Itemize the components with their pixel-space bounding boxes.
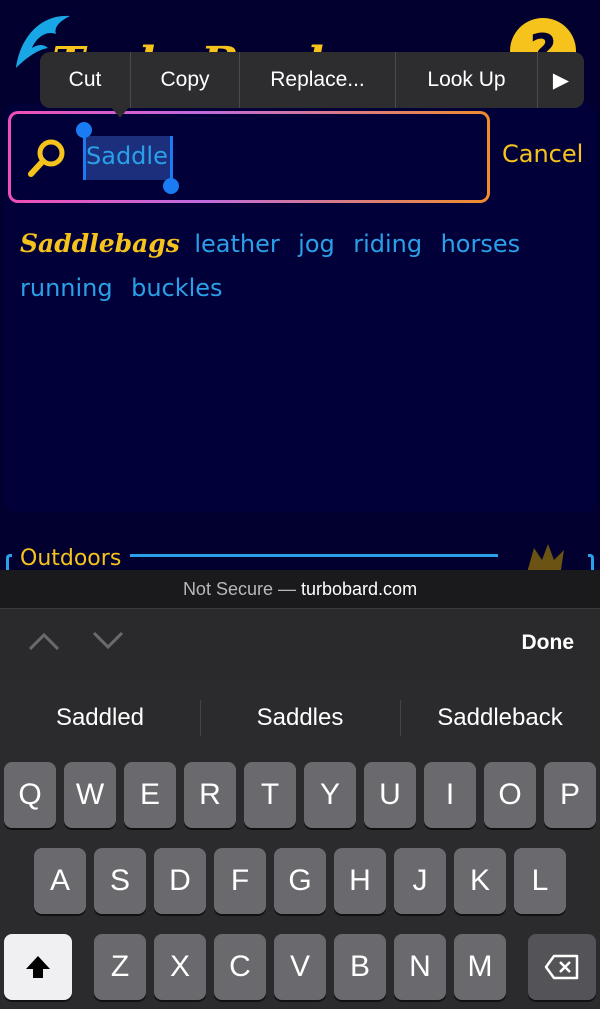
key[interactable]: Y bbox=[304, 762, 356, 828]
keyboard: Saddled Saddles Saddleback Q W E R T Y U… bbox=[0, 678, 600, 1009]
section-divider bbox=[130, 554, 498, 557]
search-box[interactable]: Saddle bbox=[8, 111, 490, 203]
suggestion-word[interactable]: horses bbox=[441, 230, 521, 258]
selection-end-dot[interactable] bbox=[163, 178, 179, 194]
key[interactable]: I bbox=[424, 762, 476, 828]
menu-item-copy[interactable]: Copy bbox=[131, 52, 240, 108]
menu-item-cut[interactable]: Cut bbox=[40, 52, 131, 108]
chevron-down-icon[interactable] bbox=[92, 629, 124, 653]
backspace-icon bbox=[544, 954, 579, 980]
suggestion-word[interactable]: jog bbox=[298, 230, 335, 258]
key[interactable]: H bbox=[334, 848, 386, 914]
domain-label: turbobard.com bbox=[301, 579, 418, 599]
key[interactable]: V bbox=[274, 934, 326, 1000]
menu-item-replace[interactable]: Replace... bbox=[240, 52, 396, 108]
key[interactable]: T bbox=[244, 762, 296, 828]
key-row-3: Z X C V B N M bbox=[4, 934, 596, 1000]
key-row-2: A S D F G H J K L bbox=[34, 848, 566, 914]
key[interactable]: E bbox=[124, 762, 176, 828]
cancel-button[interactable]: Cancel bbox=[502, 140, 583, 168]
suggestion-word[interactable]: riding bbox=[353, 230, 422, 258]
chevron-up-icon[interactable] bbox=[28, 629, 60, 653]
section-label[interactable]: Outdoors bbox=[20, 546, 121, 571]
prediction-item[interactable]: Saddled bbox=[0, 678, 200, 758]
suggestion-word[interactable]: running bbox=[20, 274, 113, 302]
shift-icon bbox=[26, 956, 50, 978]
key[interactable]: B bbox=[334, 934, 386, 1000]
shift-key[interactable] bbox=[4, 934, 72, 1000]
done-button[interactable]: Done bbox=[522, 631, 575, 655]
key[interactable]: R bbox=[184, 762, 236, 828]
url-bar[interactable]: Not Secure — turbobard.com bbox=[0, 570, 600, 608]
menu-item-look-up[interactable]: Look Up bbox=[396, 52, 538, 108]
selection-start-dot[interactable] bbox=[76, 122, 92, 138]
key[interactable]: L bbox=[514, 848, 566, 914]
search-panel: Saddle Cancel Saddlebags leather jog rid… bbox=[4, 104, 596, 512]
predictive-bar: Saddled Saddles Saddleback bbox=[0, 678, 600, 758]
key[interactable]: Z bbox=[94, 934, 146, 1000]
key[interactable]: F bbox=[214, 848, 266, 914]
menu-more-arrow-icon[interactable]: ▶ bbox=[538, 52, 584, 108]
key-row-1: Q W E R T Y U I O P bbox=[4, 762, 596, 828]
key[interactable]: K bbox=[454, 848, 506, 914]
suggestion-word[interactable]: leather bbox=[194, 230, 279, 258]
key[interactable]: S bbox=[94, 848, 146, 914]
key[interactable]: D bbox=[154, 848, 206, 914]
edit-menu: Cut Copy Replace... Look Up ▶ bbox=[40, 52, 584, 108]
page: TurboBard ? Saddle Cancel Saddlebags lea… bbox=[0, 0, 600, 576]
key[interactable]: G bbox=[274, 848, 326, 914]
keyboard-accessory-bar: Done bbox=[0, 608, 600, 678]
key[interactable]: O bbox=[484, 762, 536, 828]
key[interactable]: P bbox=[544, 762, 596, 828]
prediction-item[interactable]: Saddleback bbox=[400, 678, 600, 758]
suggestions-list: Saddlebags leather jog riding horses run… bbox=[20, 224, 580, 312]
delete-key[interactable] bbox=[528, 934, 596, 1000]
key[interactable]: Q bbox=[4, 762, 56, 828]
key[interactable]: U bbox=[364, 762, 416, 828]
key[interactable]: M bbox=[454, 934, 506, 1000]
edit-menu-pointer bbox=[110, 106, 130, 118]
key[interactable]: C bbox=[214, 934, 266, 1000]
suggestion-main[interactable]: Saddlebags bbox=[20, 229, 180, 258]
prediction-item[interactable]: Saddles bbox=[200, 678, 400, 758]
key[interactable]: A bbox=[34, 848, 86, 914]
search-input[interactable]: Saddle bbox=[86, 142, 168, 170]
search-icon bbox=[28, 139, 65, 177]
key[interactable]: N bbox=[394, 934, 446, 1000]
key[interactable]: W bbox=[64, 762, 116, 828]
suggestion-word[interactable]: buckles bbox=[131, 274, 222, 302]
key[interactable]: J bbox=[394, 848, 446, 914]
security-label: Not Secure — bbox=[182, 579, 296, 599]
key[interactable]: X bbox=[154, 934, 206, 1000]
